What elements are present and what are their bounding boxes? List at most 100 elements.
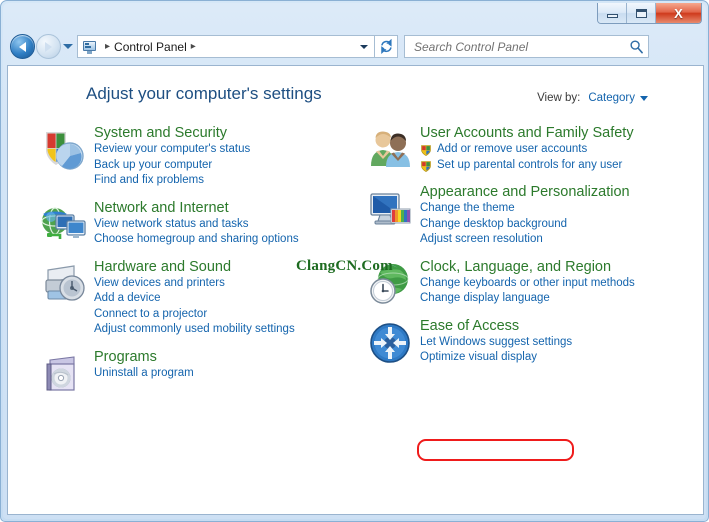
- breadcrumb-separator-1: ▸: [105, 41, 111, 52]
- category-link[interactable]: Connect to a projector: [94, 307, 307, 323]
- category-title[interactable]: Appearance and Personalization: [420, 183, 630, 201]
- users-icon: [366, 126, 414, 174]
- category-title[interactable]: Ease of Access: [420, 317, 519, 335]
- category-link[interactable]: Change keyboards or other input methods: [420, 276, 648, 292]
- category-appearance-and-personalization: Appearance and Personalization Change the…: [358, 183, 648, 248]
- category-link-label: Choose homegroup and sharing options: [94, 233, 299, 245]
- highlight-annotation: [417, 439, 574, 461]
- category-link-label: Add a device: [94, 292, 161, 304]
- category-ease-of-access: Ease of Access Let Windows suggest settin…: [358, 317, 648, 366]
- refresh-icon: [380, 39, 392, 54]
- category-link[interactable]: Back up your computer: [94, 158, 307, 174]
- uac-shield-icon: [421, 160, 431, 172]
- minimize-button[interactable]: [598, 3, 627, 23]
- network-globe-icon: [40, 201, 88, 249]
- category-link[interactable]: Adjust screen resolution: [420, 232, 648, 248]
- category-title[interactable]: User Accounts and Family Safety: [420, 124, 634, 142]
- category-link[interactable]: Review your computer's status: [94, 142, 307, 158]
- category-link[interactable]: View network status and tasks: [94, 217, 307, 233]
- forward-arrow-icon: [45, 41, 52, 52]
- close-button[interactable]: X: [656, 3, 701, 23]
- category-link-label: Find and fix problems: [94, 174, 204, 186]
- category-link-label: Change desktop background: [420, 217, 568, 230]
- monitor-palette-icon: [366, 185, 414, 233]
- back-button[interactable]: [10, 34, 35, 59]
- forward-button[interactable]: [36, 34, 61, 59]
- breadcrumb-separator-2[interactable]: ▸: [187, 41, 200, 52]
- window-controls: X: [597, 3, 702, 24]
- category-link-label: Back up your computer: [94, 158, 213, 171]
- category-link[interactable]: View devices and printers: [94, 276, 307, 292]
- title-bar: X: [1, 1, 709, 31]
- category-column-left: System and Security Review your computer'…: [32, 124, 307, 391]
- category-link-label: Change display language: [420, 292, 550, 304]
- address-breadcrumb-bar[interactable]: ▸ Control Panel ▸: [77, 35, 375, 58]
- page-title: Adjust your computer's settings: [86, 84, 322, 103]
- category-link[interactable]: Optimize visual display: [420, 350, 648, 366]
- category-link-label: Change keyboards or other input methods: [420, 276, 635, 289]
- category-link[interactable]: Set up parental controls for any user: [420, 158, 648, 174]
- back-arrow-icon: [19, 41, 26, 52]
- category-link-label: Optimize visual display: [420, 351, 537, 363]
- refresh-button[interactable]: [375, 35, 398, 58]
- category-link[interactable]: Change desktop background: [420, 217, 648, 233]
- category-link[interactable]: Choose homegroup and sharing options: [94, 232, 307, 248]
- recent-pages-button[interactable]: [61, 44, 75, 49]
- category-link-label: Let Windows suggest settings: [420, 335, 573, 348]
- address-bar-row: ▸ Control Panel ▸: [7, 32, 704, 61]
- minimize-icon: [606, 13, 618, 18]
- category-link-label: Adjust commonly used mobility settings: [94, 323, 295, 335]
- category-link-label: Change the theme: [420, 202, 515, 214]
- maximize-icon: [635, 8, 647, 18]
- shield-security-icon: [40, 126, 88, 174]
- category-clock-language-and-region: Clock, Language, and Region Change keyboa…: [358, 258, 648, 307]
- breadcrumb-control-panel[interactable]: Control Panel: [114, 40, 187, 54]
- watermark-text: ClangCN.Com: [296, 258, 393, 274]
- category-title[interactable]: Clock, Language, and Region: [420, 258, 611, 276]
- category-link[interactable]: Let Windows suggest settings: [420, 335, 648, 351]
- category-link-label: Adjust screen resolution: [420, 233, 543, 245]
- category-link-label: Review your computer's status: [94, 143, 251, 155]
- category-programs: Programs Uninstall a program: [32, 348, 307, 391]
- category-link[interactable]: Uninstall a program: [94, 366, 307, 382]
- search-input[interactable]: [412, 38, 629, 55]
- printer-device-icon: [40, 260, 88, 308]
- search-box[interactable]: [404, 35, 649, 58]
- category-link-label: View network status and tasks: [94, 217, 249, 230]
- category-hardware-and-sound: Hardware and Sound View devices and print…: [32, 258, 307, 338]
- maximize-button[interactable]: [627, 3, 656, 23]
- ease-of-access-icon: [366, 319, 414, 367]
- category-title[interactable]: System and Security: [94, 124, 227, 142]
- category-link-label: Set up parental controls for any user: [437, 158, 623, 171]
- chevron-down-icon: [63, 44, 73, 49]
- control-panel-icon: [82, 39, 98, 55]
- category-link-label: View devices and printers: [94, 276, 225, 289]
- category-link-label: Connect to a projector: [94, 307, 208, 320]
- category-network-and-internet: Network and Internet View network status …: [32, 199, 307, 248]
- category-title[interactable]: Hardware and Sound: [94, 258, 231, 276]
- category-system-and-security: System and Security Review your computer'…: [32, 124, 307, 189]
- category-title[interactable]: Network and Internet: [94, 199, 229, 217]
- search-icon[interactable]: [629, 39, 644, 54]
- chevron-down-icon[interactable]: [640, 95, 648, 101]
- view-by-label: View by:: [537, 92, 581, 104]
- programs-box-icon: [40, 350, 88, 398]
- content-pane: Adjust your computer's settings View by:…: [7, 65, 704, 515]
- category-link-label: Add or remove user accounts: [437, 143, 588, 155]
- uac-shield-icon: [421, 145, 431, 156]
- chevron-down-icon: [360, 44, 368, 49]
- category-link[interactable]: Adjust commonly used mobility settings: [94, 322, 307, 338]
- category-link[interactable]: Change the theme: [420, 201, 648, 217]
- category-user-accounts-and-family-safety: User Accounts and Family Safety Add or re…: [358, 124, 648, 173]
- control-panel-window: X ▸ Control Panel ▸ Search Control Panel…: [0, 0, 709, 522]
- category-title[interactable]: Programs: [94, 348, 157, 366]
- category-link[interactable]: Add a device: [94, 291, 307, 307]
- category-link-label: Uninstall a program: [94, 366, 194, 379]
- category-link[interactable]: Find and fix problems: [94, 173, 307, 189]
- close-icon: X: [674, 5, 683, 21]
- category-link[interactable]: Add or remove user accounts: [420, 142, 648, 158]
- view-by-control: View by: Category: [537, 92, 648, 104]
- category-link[interactable]: Change display language: [420, 291, 648, 307]
- view-by-value[interactable]: Category: [588, 92, 635, 104]
- address-dropdown-button[interactable]: [356, 44, 372, 49]
